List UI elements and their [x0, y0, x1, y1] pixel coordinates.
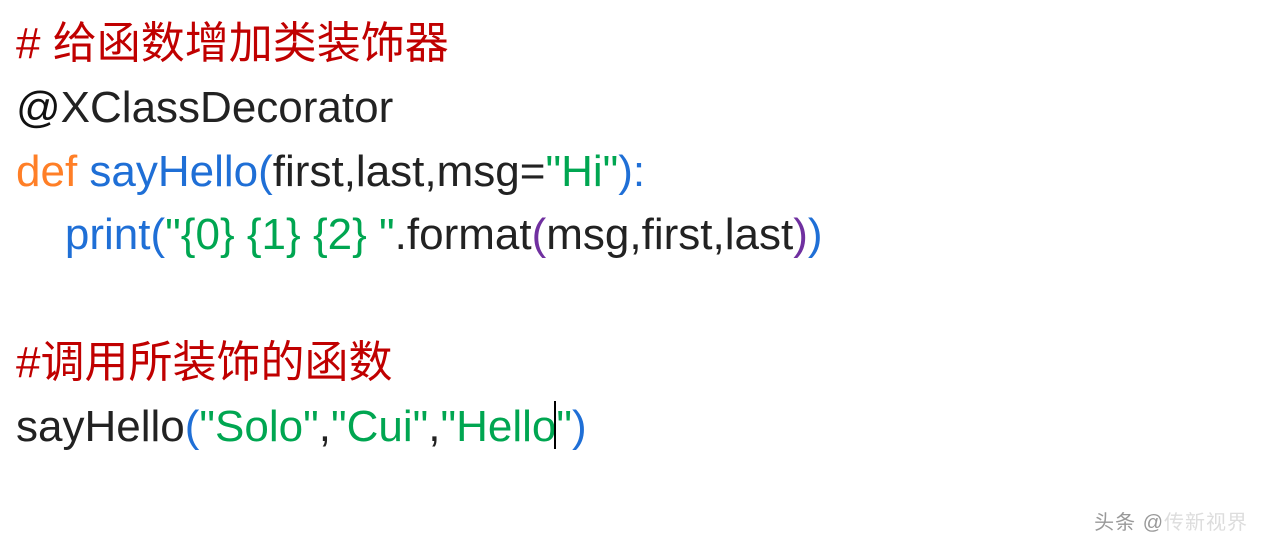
comma: , — [344, 147, 356, 196]
comment-text: 调用所装饰的函数 — [40, 338, 392, 387]
blank-line — [16, 267, 1254, 331]
dot: . — [395, 210, 407, 259]
comma: , — [319, 402, 331, 451]
comment-hash: # — [16, 19, 53, 68]
string-literal: "Hello — [440, 402, 556, 451]
string-literal: "Hi" — [545, 147, 618, 196]
watermark-prefix: 头条 — [1094, 512, 1143, 534]
code-line-1: # 给函数增加类装饰器 — [16, 12, 1254, 76]
paren-open: ( — [151, 210, 166, 259]
comma: , — [629, 210, 641, 259]
arg-last: last — [725, 210, 793, 259]
paren-open: ( — [185, 402, 200, 451]
indent — [16, 210, 65, 259]
code-line-3: def sayHello(first,last,msg="Hi"): — [16, 140, 1254, 204]
param-first: first — [273, 147, 344, 196]
paren-open: ( — [532, 210, 547, 259]
watermark-at: @ — [1143, 512, 1164, 534]
function-name: sayHello — [89, 147, 258, 196]
param-msg: msg — [437, 147, 520, 196]
comma: , — [428, 402, 440, 451]
decorator-at: @ — [16, 83, 61, 132]
comment-hash: # — [16, 338, 40, 387]
code-line-2: @XClassDecorator — [16, 76, 1254, 140]
code-line-6: #调用所装饰的函数 — [16, 331, 1254, 395]
paren-close: ) — [808, 210, 823, 259]
arg-first: first — [642, 210, 713, 259]
equals: = — [520, 147, 546, 196]
comma: , — [424, 147, 436, 196]
paren-close: ) — [572, 402, 587, 451]
paren-close: ) — [793, 210, 808, 259]
comma: , — [713, 210, 725, 259]
string-literal: "{0} {1} {2} " — [165, 210, 395, 259]
keyword-def: def — [16, 147, 89, 196]
code-line-7: sayHello("Solo","Cui","Hello") — [16, 395, 1254, 459]
param-last: last — [356, 147, 424, 196]
arg-msg: msg — [546, 210, 629, 259]
string-literal: "Cui" — [331, 402, 428, 451]
builtin-print: print — [65, 210, 151, 259]
comment-text: 给函数增加类装饰器 — [53, 19, 449, 68]
watermark-name: 传新视界 — [1164, 512, 1248, 534]
code-line-4: print("{0} {1} {2} ".format(msg,first,la… — [16, 203, 1254, 267]
string-literal: " — [556, 402, 572, 451]
watermark: 头条 @传新视界 — [1094, 509, 1248, 538]
string-literal: "Solo" — [199, 402, 318, 451]
method-format: format — [407, 210, 532, 259]
decorator-name: XClassDecorator — [61, 83, 394, 132]
call-func: sayHello — [16, 402, 185, 451]
paren-close-colon: ): — [618, 147, 645, 196]
paren-open: ( — [258, 147, 273, 196]
